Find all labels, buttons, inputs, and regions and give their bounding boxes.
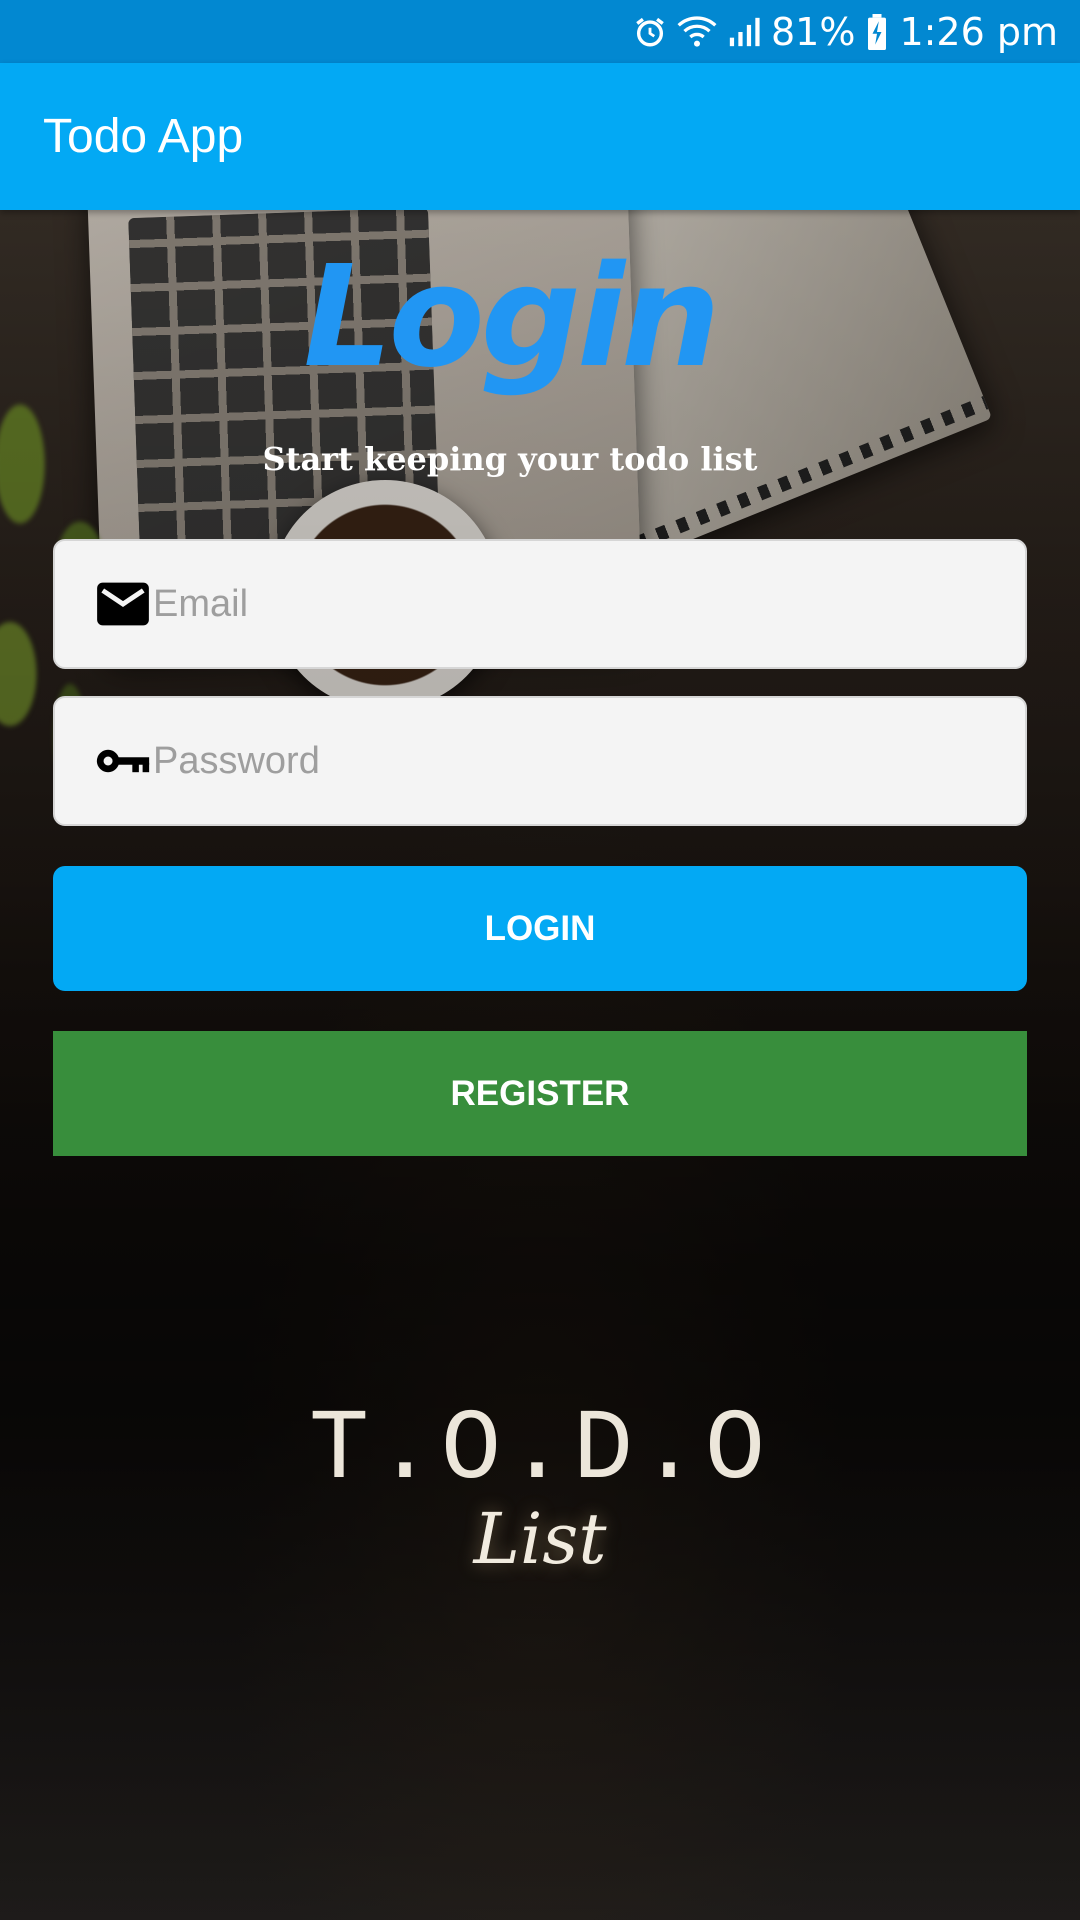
- login-button[interactable]: LOGIN: [53, 866, 1027, 991]
- wifi-icon: [677, 15, 717, 49]
- battery-charging-icon: [865, 13, 889, 50]
- status-bar: 81% 1:26 pm: [0, 0, 1080, 63]
- login-subtitle: Start keeping your todo list: [262, 440, 758, 478]
- battery-percent: 81%: [770, 9, 856, 54]
- clock: 1:26 pm: [899, 9, 1058, 54]
- app-title: Todo App: [43, 110, 244, 163]
- logo-subtitle: List: [473, 1498, 607, 1580]
- password-input[interactable]: [153, 739, 973, 783]
- logo-title: T.O.D.O: [308, 1395, 772, 1508]
- email-icon: [95, 576, 151, 632]
- register-button[interactable]: REGISTER: [53, 1031, 1027, 1156]
- email-field[interactable]: [53, 539, 1027, 669]
- email-input[interactable]: [153, 582, 973, 626]
- login-heading: Login: [303, 236, 720, 399]
- todo-list-logo: T.O.D.O List: [0, 1395, 1080, 1580]
- app-bar: Todo App: [0, 63, 1080, 210]
- signal-icon: [727, 15, 761, 49]
- key-icon: [95, 733, 151, 789]
- alarm-icon: [633, 15, 667, 49]
- password-field[interactable]: [53, 696, 1027, 826]
